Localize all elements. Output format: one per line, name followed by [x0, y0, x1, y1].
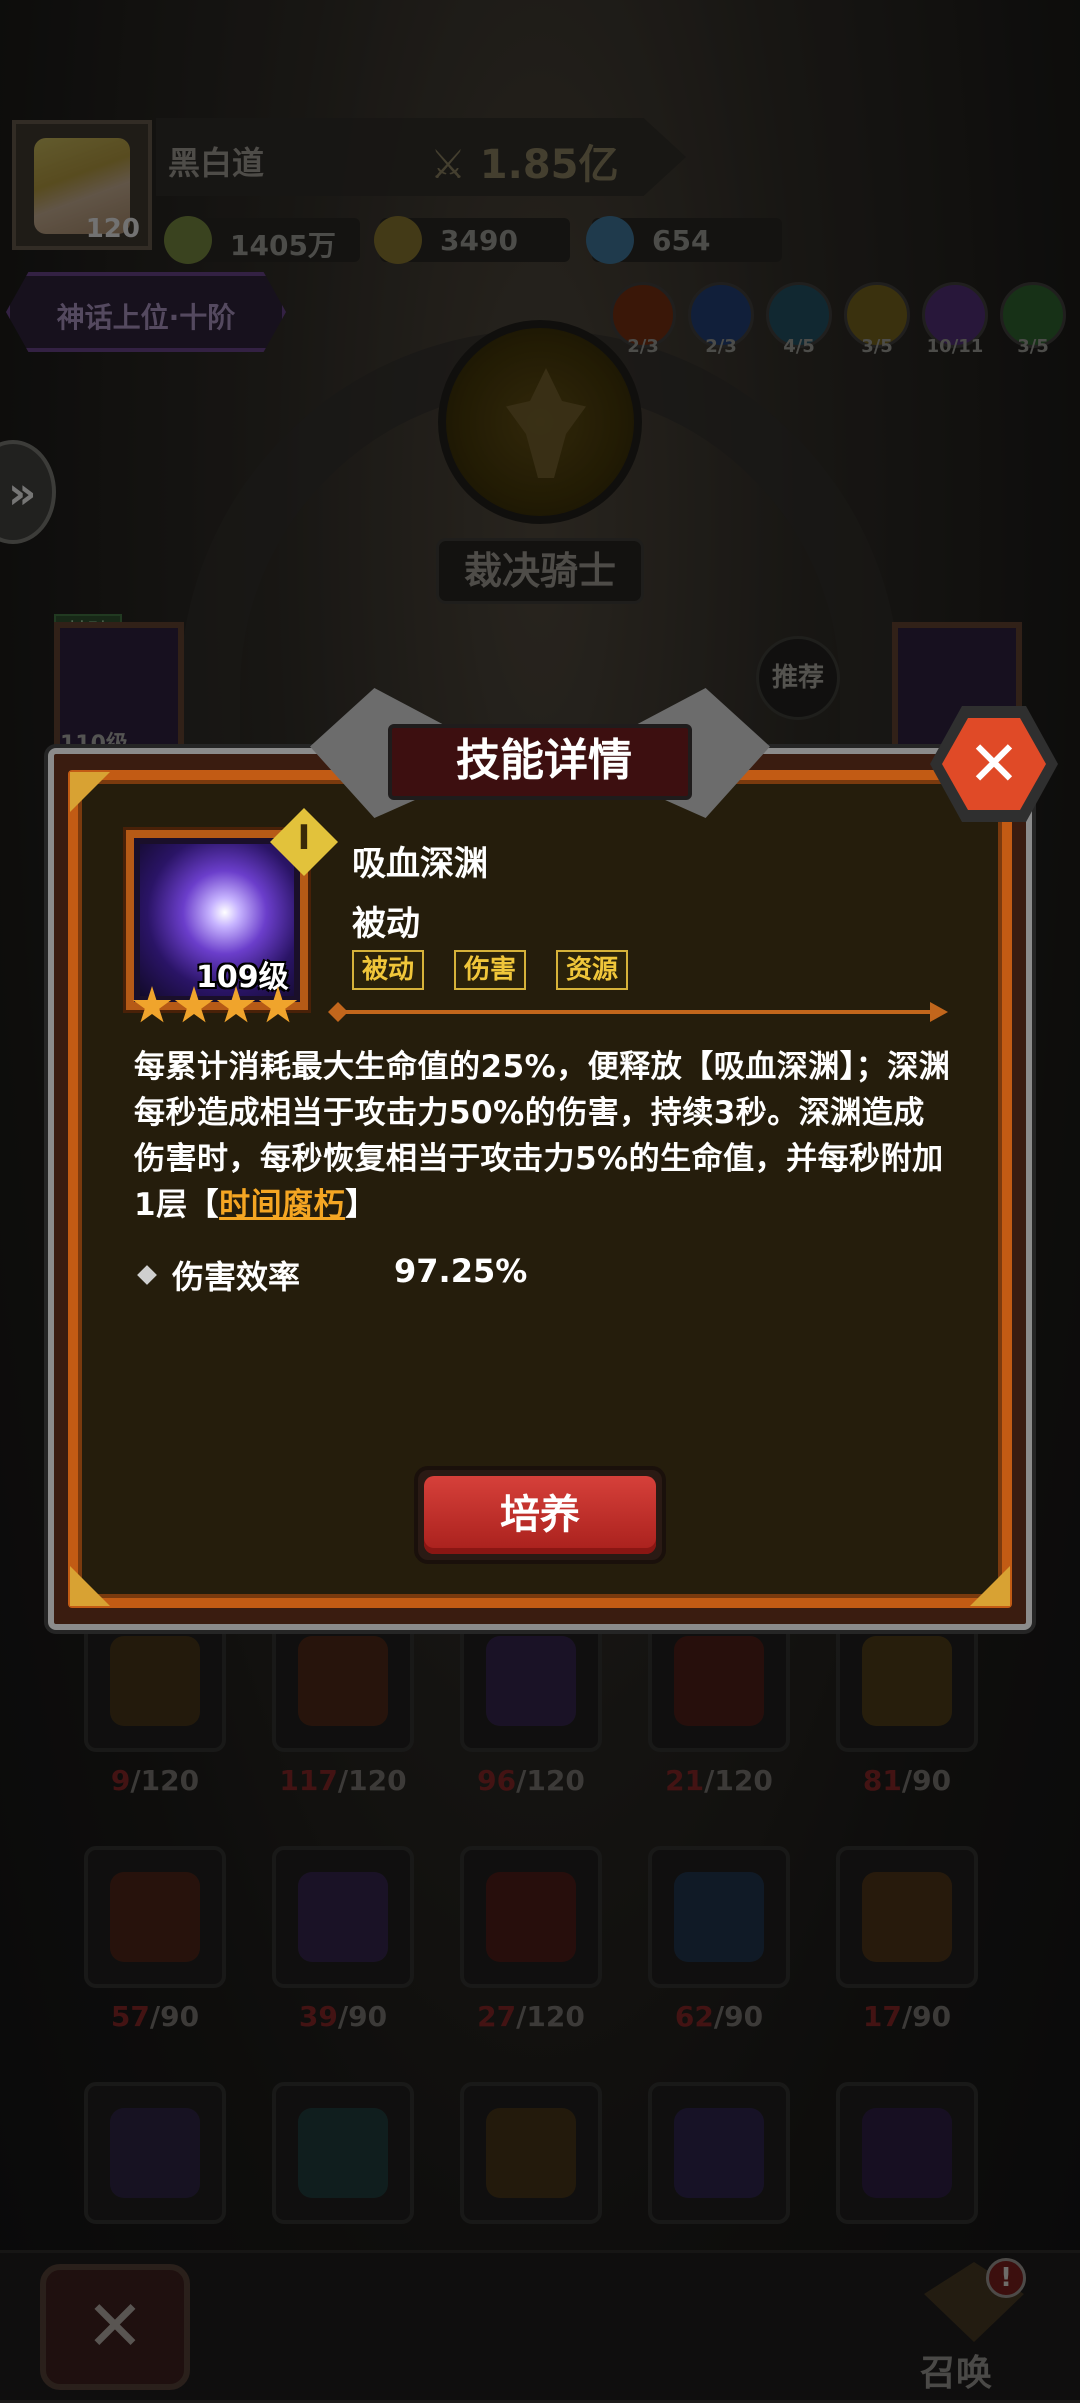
- star-icon: [258, 986, 298, 1023]
- time-decay-link[interactable]: 时间腐朽: [219, 1187, 345, 1223]
- tag-passive: 被动: [352, 950, 425, 990]
- tag-resource: 资源: [556, 950, 629, 990]
- dialog-title-plate: 技能详情: [310, 688, 770, 818]
- dialog-title: 技能详情: [456, 735, 632, 786]
- divider-arrowhead: [930, 1002, 948, 1022]
- star-icon: [216, 986, 256, 1023]
- skill-description: 每累计消耗最大生命值的25%，便释放【吸血深渊】；深渊每秒造成相当于攻击力50%…: [134, 1049, 951, 1223]
- star-icon: [132, 986, 172, 1023]
- skill-type: 被动: [352, 904, 420, 944]
- stat-label: 伤害效率: [172, 1258, 301, 1296]
- star-icon: [174, 986, 214, 1023]
- skill-name: 吸血深渊: [352, 844, 488, 884]
- tag-damage: 伤害: [454, 950, 527, 990]
- close-icon: ✕: [968, 727, 1020, 800]
- stat-value: 97.25%: [394, 1252, 528, 1290]
- train-button[interactable]: 培养: [414, 1466, 666, 1564]
- divider-line: [334, 1010, 940, 1014]
- star-rating: [132, 986, 300, 1030]
- title-banner: 技能详情: [388, 724, 692, 800]
